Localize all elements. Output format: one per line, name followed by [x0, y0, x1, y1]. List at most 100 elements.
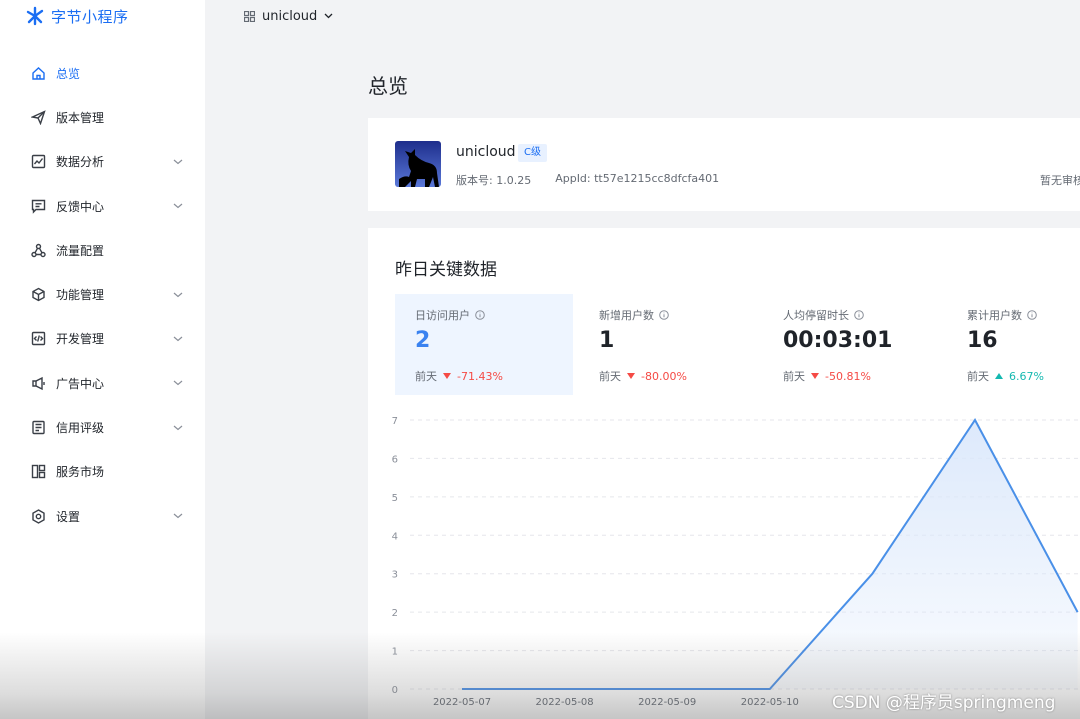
sidebar-item[interactable]: 流量配置 — [0, 228, 205, 272]
megaphone-icon — [30, 375, 46, 391]
y-tick-label: 0 — [392, 685, 398, 696]
compare-label: 前天 — [415, 370, 437, 383]
sidebar-item[interactable]: 广告中心 — [0, 361, 205, 405]
sidebar-item-label: 总览 — [56, 66, 81, 81]
sidebar-nav: 总览版本管理数据分析反馈中心流量配置功能管理开发管理广告中心信用评级服务市场设置 — [0, 51, 205, 538]
home-icon — [30, 65, 46, 81]
sidebar-item-label: 信用评级 — [56, 421, 105, 436]
trend-chart: 0 1 2 3 4 5 6 7 2022-05-07 2022-05-08 2022-05-09 20… — [392, 416, 1080, 708]
trend-up-icon — [995, 373, 1003, 379]
sidebar-item[interactable]: 数据分析 — [0, 140, 205, 184]
layout-icon — [30, 464, 46, 480]
metric-label-row: 人均停留时长 — [783, 307, 864, 323]
metric-label-row: 日访问用户 — [415, 307, 485, 323]
metric-label-row: 新增用户数 — [599, 307, 669, 323]
app-avatar — [395, 141, 441, 187]
sidebar-item[interactable]: 服务市场 — [0, 450, 205, 494]
sidebar-item[interactable]: 功能管理 — [0, 272, 205, 316]
app-meta: 版本号: 1.0.25 AppId: tt57e1215cc8dfcfa401 — [456, 172, 719, 188]
x-tick-label: 2022-05-09 — [638, 697, 696, 708]
sidebar-item-label: 流量配置 — [56, 243, 105, 258]
y-tick-label: 6 — [392, 454, 398, 465]
cube-icon — [30, 287, 46, 303]
line-chart-icon — [30, 154, 46, 170]
code-icon — [30, 331, 46, 347]
metric-change: -71.43% — [457, 369, 503, 383]
series-area — [462, 420, 1078, 689]
metric-change: -50.81% — [825, 369, 871, 383]
sidebar: 字节小程序 总览版本管理数据分析反馈中心流量配置功能管理开发管理广告中心信用评级… — [0, 0, 205, 719]
x-tick-label: 2022-05-10 — [741, 697, 799, 708]
metric-card[interactable]: 新增用户数 1 前天 -80.00% — [579, 294, 757, 395]
trend-down-icon — [811, 373, 819, 379]
metric-value: 1 — [599, 328, 615, 353]
sidebar-item[interactable]: 信用评级 — [0, 405, 205, 449]
chevron-down-icon[interactable] — [173, 336, 183, 342]
compare-label: 前天 — [599, 370, 621, 383]
metric-change: -80.00% — [641, 369, 687, 383]
brand-name: 字节小程序 — [51, 7, 129, 26]
compare-label: 前天 — [967, 370, 989, 383]
bytedance-miniapp-logo-icon — [26, 6, 44, 26]
document-icon — [30, 420, 46, 436]
sidebar-item[interactable]: 设置 — [0, 494, 205, 538]
chevron-down-icon — [324, 13, 333, 19]
app-name: unicloud — [456, 144, 516, 160]
sidebar-item-label: 设置 — [56, 509, 81, 524]
metric-card[interactable]: 日访问用户 2 前天 -71.43% — [395, 294, 573, 395]
trend-down-icon — [443, 373, 451, 379]
send-icon — [30, 109, 46, 125]
brand-logo[interactable]: 字节小程序 — [25, 5, 129, 27]
sidebar-item-label: 广告中心 — [56, 376, 105, 391]
app-version: 版本号: 1.0.25 — [456, 174, 532, 187]
sidebar-item[interactable]: 开发管理 — [0, 317, 205, 361]
key-data-card: 昨日关键数据 日访问用户 2 前天 -71.43% 新增用户数 1 前天 -80.00% 人均停… — [368, 228, 1080, 719]
app-switcher-label: unicloud — [262, 8, 318, 24]
chevron-down-icon[interactable] — [173, 513, 183, 519]
metric-value: 16 — [967, 328, 998, 353]
info-icon[interactable] — [475, 310, 485, 320]
app-switcher[interactable]: unicloud — [244, 7, 333, 25]
y-tick-label: 3 — [392, 570, 398, 581]
metric-label: 新增用户数 — [599, 309, 654, 322]
metric-label: 累计用户数 — [967, 309, 1022, 322]
chevron-down-icon[interactable] — [173, 203, 183, 209]
metric-compare: 前天 -80.00% — [599, 368, 687, 384]
app-review-status: 暂无审核 — [1040, 174, 1080, 187]
chevron-down-icon[interactable] — [173, 380, 183, 386]
sidebar-item[interactable]: 总览 — [0, 51, 205, 95]
chevron-down-icon[interactable] — [173, 159, 183, 165]
info-icon[interactable] — [1027, 310, 1037, 320]
y-tick-label: 5 — [392, 493, 398, 504]
sidebar-item-label: 反馈中心 — [56, 199, 105, 214]
metric-value: 2 — [415, 328, 431, 353]
chevron-down-icon[interactable] — [173, 425, 183, 431]
metric-card[interactable]: 人均停留时长 00:03:01 前天 -50.81% — [763, 294, 941, 395]
chevron-down-icon[interactable] — [173, 292, 183, 298]
app-level-badge: C级 — [518, 144, 547, 162]
x-tick-label: 2022-05-07 — [433, 697, 491, 708]
compare-label: 前天 — [783, 370, 805, 383]
app-id: AppId: tt57e1215cc8dfcfa401 — [555, 172, 720, 185]
sidebar-item-label: 开发管理 — [56, 332, 105, 347]
metric-card[interactable]: 累计用户数 16 前天 6.67% — [947, 294, 1080, 395]
sidebar-item-label: 版本管理 — [56, 110, 105, 125]
share-nodes-icon — [30, 242, 46, 258]
info-icon[interactable] — [659, 310, 669, 320]
metric-change: 6.67% — [1009, 369, 1044, 383]
sidebar-item-label: 功能管理 — [56, 288, 105, 303]
watermark: CSDN @程序员springmeng — [832, 693, 1056, 713]
y-tick-label: 1 — [392, 647, 398, 658]
y-tick-label: 2 — [392, 608, 398, 619]
app-info-card: unicloud C级 版本号: 1.0.25 AppId: tt57e1215… — [368, 118, 1080, 211]
metric-label-row: 累计用户数 — [967, 307, 1037, 323]
y-tick-label: 4 — [392, 531, 398, 542]
sidebar-item-label: 服务市场 — [56, 465, 105, 480]
sidebar-item[interactable]: 反馈中心 — [0, 184, 205, 228]
sidebar-item[interactable]: 版本管理 — [0, 95, 205, 139]
metric-compare: 前天 6.67% — [967, 368, 1044, 384]
message-icon — [30, 198, 46, 214]
info-icon[interactable] — [854, 310, 864, 320]
metric-compare: 前天 -71.43% — [415, 368, 503, 384]
x-tick-label: 2022-05-08 — [536, 697, 594, 708]
